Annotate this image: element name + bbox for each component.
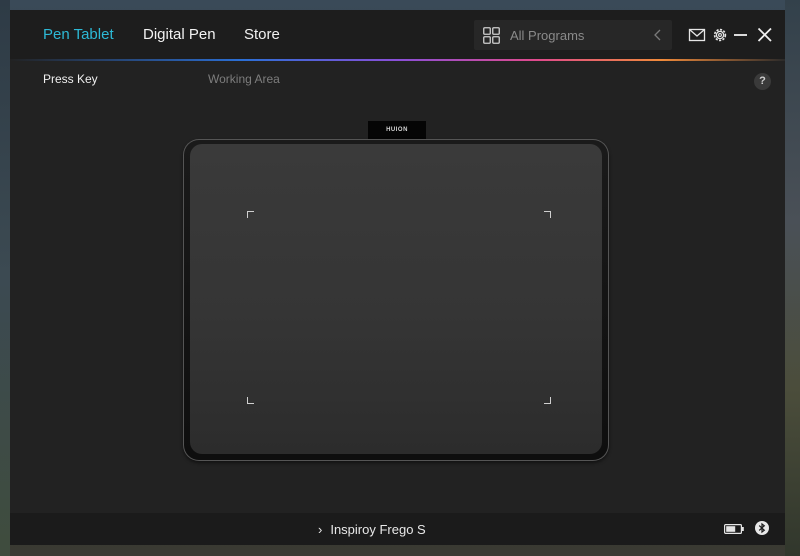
tablet-working-surface[interactable] [190, 144, 602, 454]
minimize-icon[interactable] [732, 26, 750, 44]
app-window: Pen Tablet Digital Pen Store All Program… [10, 10, 785, 545]
top-bar: Pen Tablet Digital Pen Store [10, 10, 785, 59]
mail-icon[interactable] [688, 26, 706, 44]
gear-icon[interactable] [711, 26, 729, 44]
area-corner-bottom-left [247, 397, 254, 404]
subtab-press-key[interactable]: Press Key [43, 72, 98, 86]
desktop-background-right [785, 0, 800, 556]
battery-icon [724, 524, 744, 534]
subtab-working-area[interactable]: Working Area [208, 72, 280, 86]
bluetooth-icon [755, 521, 769, 535]
device-name: Inspiroy Frego S [330, 522, 426, 537]
tablet-body [183, 139, 609, 461]
help-button[interactable]: ? [754, 73, 771, 90]
tab-pen-tablet[interactable]: Pen Tablet [43, 26, 114, 43]
status-bar: › Inspiroy Frego S [10, 513, 785, 545]
program-search-input[interactable] [510, 25, 640, 45]
device-selector[interactable]: › Inspiroy Frego S [318, 522, 426, 537]
close-icon[interactable] [756, 26, 774, 44]
tablet-illustration: HUION [183, 121, 613, 461]
area-corner-top-right [544, 211, 551, 218]
tab-digital-pen[interactable]: Digital Pen [143, 26, 216, 43]
desktop-background-left [0, 0, 10, 556]
chevron-left-icon[interactable] [652, 28, 664, 42]
area-corner-top-left [247, 211, 254, 218]
grid-icon [483, 27, 500, 44]
brand-logo: HUION [368, 121, 426, 140]
header-accent-line [10, 59, 785, 61]
chevron-right-icon: › [318, 522, 323, 537]
program-selector[interactable] [474, 20, 672, 50]
area-corner-bottom-right [544, 397, 551, 404]
tab-store[interactable]: Store [244, 26, 280, 43]
